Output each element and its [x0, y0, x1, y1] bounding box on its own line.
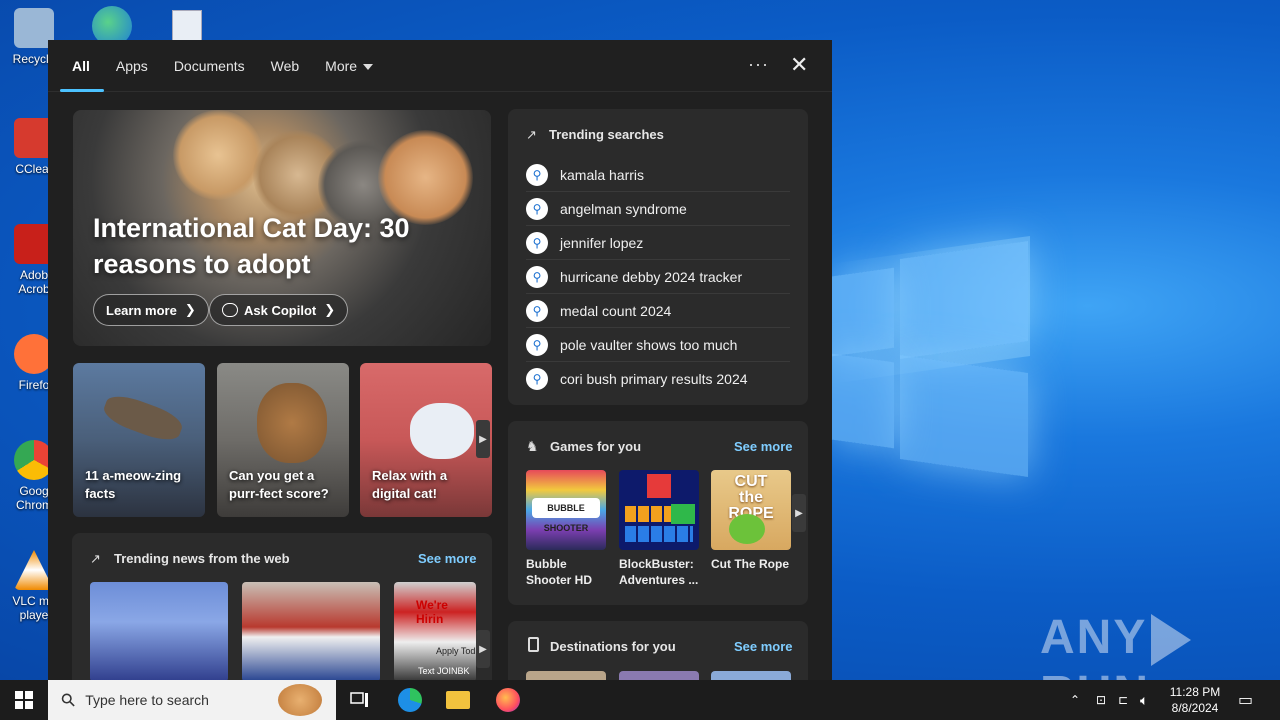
chevron-right-icon: ❯: [324, 302, 336, 317]
destination-thumb[interactable]: [619, 671, 699, 680]
volume-icon[interactable]: 🔈︎: [1140, 680, 1148, 720]
game-thumb: CUT the ROPE: [711, 470, 791, 550]
task-view-button[interactable]: [340, 684, 380, 716]
news-thumb-hiring[interactable]: We're Hirin Apply Tod Text JOINBK: [394, 582, 476, 680]
search-icon: ⚲: [526, 163, 548, 186]
close-icon[interactable]: ✕: [790, 52, 808, 78]
search-icon: ⚲: [526, 197, 548, 220]
trending-arrow-icon: ↗: [526, 127, 537, 142]
game-thumb: BUBBLE SHOOTER: [526, 470, 606, 550]
card-cat-facts[interactable]: 11 a-meow-zing facts: [73, 363, 205, 517]
cartoon-cat-image: [410, 403, 474, 459]
games-see-more[interactable]: See more: [734, 439, 793, 454]
luggage-icon: [528, 637, 539, 652]
notification-icon[interactable]: ▭: [1238, 680, 1253, 720]
destinations-see-more[interactable]: See more: [734, 639, 793, 654]
search-icon: ⚲: [526, 299, 548, 322]
task-view-icon: [350, 692, 368, 707]
edge-taskbar-button[interactable]: [390, 684, 430, 716]
ask-copilot-button[interactable]: Ask Copilot ❯: [209, 294, 349, 326]
destination-thumb[interactable]: [711, 671, 791, 680]
trending-search-item[interactable]: ⚲ jennifer lopez: [526, 226, 790, 260]
destination-thumb[interactable]: [526, 671, 606, 680]
tab-apps[interactable]: Apps: [116, 40, 148, 92]
search-panel: All Apps Documents Web More ··· ✕ Intern…: [48, 40, 832, 680]
clock[interactable]: 11:28 PM 8/8/2024: [1160, 684, 1230, 716]
firefox-taskbar-button[interactable]: [488, 684, 528, 716]
search-icon: ⚲: [56, 687, 80, 712]
windows-logo-wallpaper: [832, 240, 1032, 480]
folder-icon: [446, 691, 470, 709]
hero-image: [173, 110, 263, 200]
trending-news-see-more[interactable]: See more: [418, 551, 477, 566]
hero-title: International Cat Day: 30 reasons to ado…: [93, 213, 410, 279]
tray-chevron-up-icon[interactable]: ⌃: [1070, 680, 1080, 720]
cat-image: [257, 383, 327, 463]
hero-card[interactable]: International Cat Day: 30 reasons to ado…: [73, 110, 491, 346]
card-digital-cat[interactable]: Relax with a digital cat!: [360, 363, 492, 517]
trending-search-item[interactable]: ⚲ medal count 2024: [526, 294, 790, 328]
news-thumb-flag[interactable]: [242, 582, 380, 680]
taskbar: ⚲ Type here to search ⌃ ⊡ ⊏ 🔈︎ 11:28 PM …: [0, 680, 1280, 720]
chevron-down-icon: [363, 63, 374, 70]
file-desktop-icon[interactable]: [172, 10, 202, 42]
news-next-arrow[interactable]: ▶: [476, 630, 490, 668]
ellipsis-icon[interactable]: ···: [748, 54, 769, 75]
chat-bubble-icon: [222, 303, 238, 317]
trending-arrow-icon: ↗: [90, 551, 101, 566]
trending-searches-section: ↗ Trending searches ⚲ kamala harris ⚲ ange…: [508, 109, 808, 405]
tab-documents[interactable]: Documents: [174, 40, 245, 92]
game-thumb: [619, 470, 699, 550]
tab-all[interactable]: All: [60, 40, 104, 92]
news-thumb-athlete[interactable]: [90, 582, 228, 680]
windows-icon: [15, 691, 33, 709]
cards-next-arrow[interactable]: ▶: [476, 420, 490, 458]
file-explorer-button[interactable]: [438, 684, 478, 716]
game-cut-the-rope[interactable]: CUT the ROPE Cut The Rope: [711, 470, 791, 572]
search-tabs: All Apps Documents Web More ··· ✕: [48, 40, 832, 92]
search-icon: ⚲: [526, 368, 548, 390]
start-button[interactable]: [0, 680, 48, 720]
tab-more[interactable]: More: [325, 40, 374, 92]
cat-image: [100, 390, 186, 446]
search-icon: ⚲: [526, 333, 548, 356]
search-icon: ⚲: [526, 231, 548, 254]
destinations-section: Destinations for you See more: [508, 621, 808, 680]
firefox-icon: [496, 688, 520, 712]
learn-more-button[interactable]: Learn more ❯: [93, 294, 209, 326]
card-cat-quiz[interactable]: Can you get a purr-fect score?: [217, 363, 349, 517]
chevron-right-icon: ❯: [184, 302, 196, 317]
games-next-arrow[interactable]: ▶: [792, 494, 806, 532]
game-bubble-shooter[interactable]: BUBBLE SHOOTER Bubble Shooter HD: [526, 470, 606, 588]
trending-search-item[interactable]: ⚲ pole vaulter shows too much: [526, 328, 790, 362]
edge-icon: [398, 688, 422, 712]
trending-search-item[interactable]: ⚲ angelman syndrome: [526, 192, 790, 226]
anyrun-watermark: ANYRUN: [1040, 610, 1280, 680]
search-highlight-cat-icon: [278, 684, 322, 716]
trending-search-item[interactable]: ⚲ kamala harris: [526, 158, 790, 192]
game-blockbuster[interactable]: BlockBuster: Adventures ...: [619, 470, 699, 588]
taskbar-search-input[interactable]: ⚲ Type here to search: [48, 680, 336, 720]
network-icon[interactable]: ⊏: [1118, 680, 1128, 720]
network-adapter-icon[interactable]: ⊡: [1096, 680, 1106, 720]
tab-web[interactable]: Web: [271, 40, 300, 92]
games-icon: ♞: [526, 438, 539, 454]
trending-search-item[interactable]: ⚲ cori bush primary results 2024: [526, 362, 790, 396]
trending-search-item[interactable]: ⚲ hurricane debby 2024 tracker: [526, 260, 790, 294]
search-icon: ⚲: [526, 265, 548, 288]
